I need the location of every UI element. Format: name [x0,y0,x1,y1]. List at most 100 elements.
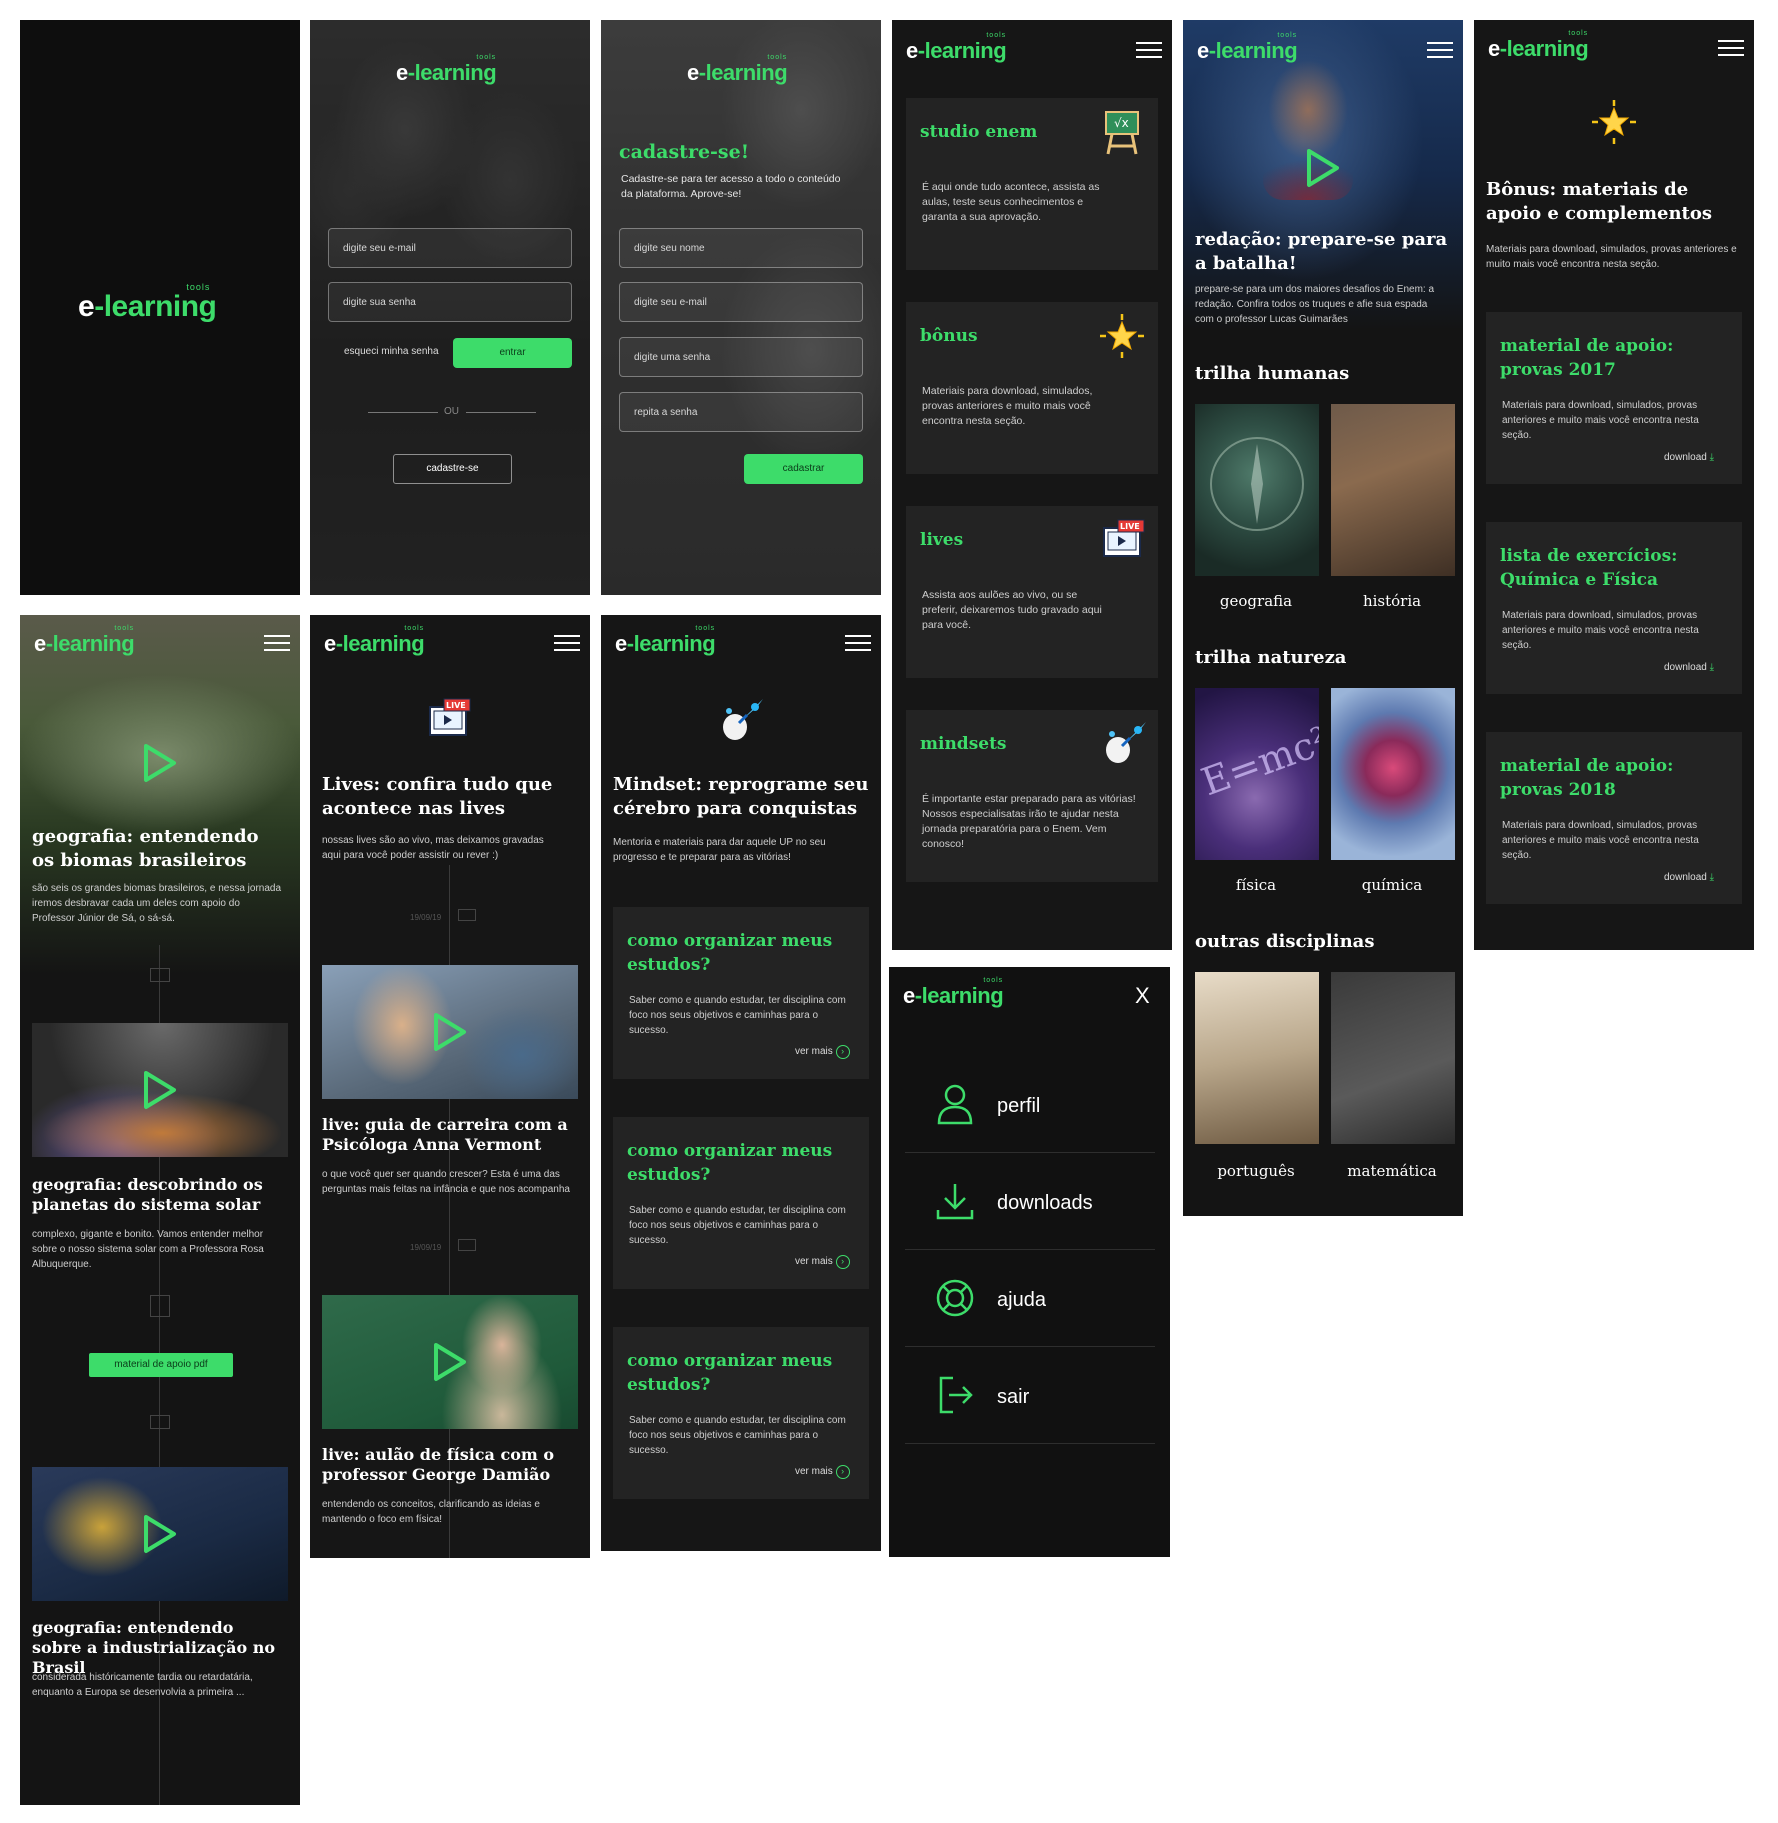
label-quimica: química [1361,876,1423,894]
play-icon[interactable] [432,1012,468,1052]
section-title-outras: outras disciplinas [1195,931,1375,952]
rocket-head-icon [1106,722,1146,763]
email-field[interactable] [619,282,863,322]
splash-screen: e-learning tools [20,20,300,595]
repeat-password-field[interactable] [619,392,863,432]
see-more-link[interactable]: ver mais › [795,1255,850,1269]
password-field[interactable] [328,282,572,322]
home-card-lives[interactable]: lives LIVE Assista aos aulões ao vivo, o… [906,506,1158,678]
lives-text: nossas lives são ao vivo, mas deixamos g… [322,835,544,861]
lives-screen: e-learning tools LIVE Lives: confira tud… [310,615,590,1558]
chalkboard-icon: √x [1105,111,1139,155]
menu-icon[interactable] [1718,40,1744,58]
home-card-studio-enem[interactable]: studio enem √x É aqui onde tudo acontece… [906,98,1158,270]
menu-icon[interactable] [1427,42,1453,60]
download-icon [936,1184,974,1220]
video-icon [458,909,476,921]
close-icon[interactable]: X [1135,983,1150,1009]
mindset-screen: e-learning tools Mindset: reprograme seu… [601,615,881,1551]
card-title: studio enem [920,122,1038,142]
thumb-geografia[interactable] [1195,404,1319,576]
play-icon[interactable] [432,1342,468,1382]
user-icon [937,1084,973,1125]
password-input[interactable] [329,283,571,321]
bonus-card[interactable]: material de apoio: provas 2017 Materiais… [1486,312,1742,484]
see-more-link[interactable]: ver mais › [795,1045,850,1059]
label-portugues: português [1217,1162,1295,1180]
play-icon[interactable] [142,1514,178,1554]
thumb-fisica[interactable]: E=mc² [1195,688,1319,860]
arrow-circle-icon: › [835,1465,850,1479]
or-divider-label: OU [444,406,459,417]
menu-icon[interactable] [264,635,290,653]
star-icon [1592,100,1636,144]
mindset-card[interactable]: como organizar meus estudos? Saber como … [613,907,869,1079]
play-icon[interactable] [142,743,178,783]
signup-button[interactable]: cadastre-se [393,454,512,484]
logo: e-learning tools [1488,30,1589,61]
password-input[interactable] [620,338,862,376]
lifebuoy-icon [936,1279,974,1317]
card-title: mindsets [920,734,1007,754]
play-icon[interactable] [142,1070,178,1110]
thumb-matematica[interactable] [1331,972,1455,1144]
download-icon: ⤓ [1709,662,1715,673]
play-icon[interactable] [1305,148,1341,188]
live-date: 19/09/19 [410,913,442,922]
menu-item-downloads[interactable]: downloads [905,1154,1155,1250]
menu-label: sair [997,1386,1030,1408]
geo-title: geografia: entendendo os biomas brasilei… [32,826,259,871]
card-text: Materiais para download, simulados, prov… [1502,820,1699,861]
forgot-password-link[interactable]: esqueci minha senha [344,346,439,357]
download-icon: ⤓ [1709,872,1715,883]
repeat-password-input[interactable] [620,393,862,431]
card-title: lista de exercícios: Química e Física [1500,546,1678,590]
see-more-link[interactable]: ver mais › [795,1465,850,1479]
menu-icon[interactable] [845,635,871,653]
pdf-icon [150,1295,170,1317]
thumb-historia[interactable] [1331,404,1455,576]
live-date: 19/09/19 [410,1243,442,1252]
video-text: complexo, gigante e bonito. Vamos entend… [32,1229,264,1270]
download-link[interactable]: download ⤓ [1664,662,1714,673]
rocket-head-icon [723,699,763,740]
email-input[interactable] [329,229,571,267]
name-input[interactable] [620,229,862,267]
mindset-card[interactable]: como organizar meus estudos? Saber como … [613,1327,869,1499]
menu-icon[interactable] [554,635,580,653]
card-text: Materiais para download, simulados, prov… [1502,610,1699,651]
download-link[interactable]: download ⤓ [1664,872,1714,883]
menu-item-perfil[interactable]: perfil [905,1057,1155,1153]
card-text: É importante estar preparado para as vit… [922,793,1136,850]
home-card-mindsets[interactable]: mindsets É importante estar preparado pa… [906,710,1158,882]
svg-text:E=mc²: E=mc² [1196,718,1319,805]
logo: e-learning tools [687,54,788,85]
menu-item-sair[interactable]: sair [905,1348,1155,1444]
card-text: Materiais para download, simulados, prov… [1502,400,1699,441]
menu-label: ajuda [997,1289,1046,1311]
mindset-title: Mindset: reprograme seu cérebro para con… [613,774,869,819]
menu-label: downloads [997,1192,1093,1214]
thumb-portugues[interactable] [1195,972,1319,1144]
card-text: É aqui onde tudo acontece, assista as au… [922,181,1100,223]
card-title: como organizar meus estudos? [627,931,833,975]
live-title: live: aulão de física com o professor Ge… [322,1445,555,1484]
logo: e-learning tools [396,54,497,85]
password-field[interactable] [619,337,863,377]
mindset-card[interactable]: como organizar meus estudos? Saber como … [613,1117,869,1289]
submit-signup-button[interactable]: cadastrar [744,454,863,484]
menu-item-ajuda[interactable]: ajuda [905,1251,1155,1347]
enter-button[interactable]: entrar [453,338,572,368]
thumb-quimica[interactable] [1331,688,1455,860]
pdf-button[interactable]: material de apoio pdf [89,1353,233,1377]
home-card-bonus[interactable]: bônus Materiais para download, simulados… [906,302,1158,474]
email-field[interactable] [328,228,572,268]
name-field[interactable] [619,228,863,268]
live-text: entendendo os conceitos, clarificando as… [322,1499,540,1525]
email-input[interactable] [620,283,862,321]
card-text: Assista aos aulões ao vivo, ou se prefer… [922,589,1102,631]
download-link[interactable]: download ⤓ [1664,452,1714,463]
menu-icon[interactable] [1136,42,1162,60]
bonus-card[interactable]: lista de exercícios: Química e Física Ma… [1486,522,1742,694]
bonus-card[interactable]: material de apoio: provas 2018 Materiais… [1486,732,1742,904]
